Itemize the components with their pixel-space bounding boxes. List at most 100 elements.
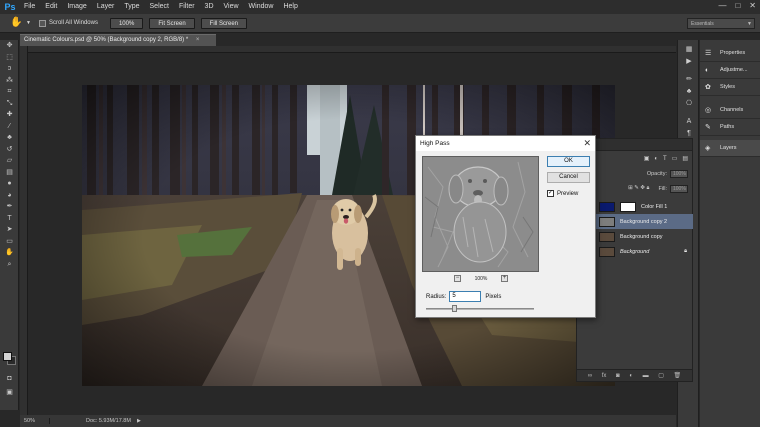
pen-tool-icon[interactable]: ✒ xyxy=(0,201,19,213)
menu-type[interactable]: Type xyxy=(119,0,144,14)
history-brush-tool-icon[interactable]: ↺ xyxy=(0,144,19,156)
clone-source-icon[interactable]: ♣ xyxy=(678,86,700,98)
dialog-title-bar[interactable]: High Pass ✕ xyxy=(416,136,595,151)
adjustments-icon: ◐ xyxy=(705,66,710,74)
new-group-icon[interactable]: ▬ xyxy=(643,373,649,379)
layer-row[interactable]: Background 🔒︎ xyxy=(594,244,693,259)
zoom-out-button[interactable]: − xyxy=(454,275,461,282)
properties-icon: ☰ xyxy=(705,50,712,57)
maximize-icon[interactable]: □ xyxy=(735,1,740,10)
menu-3d[interactable]: 3D xyxy=(200,0,219,14)
layer-row[interactable]: Color Fill 1 xyxy=(594,199,693,214)
actions-icon[interactable]: ▶ xyxy=(678,56,700,68)
brush-panel-icon[interactable]: ✏ xyxy=(678,74,700,86)
character-icon[interactable]: A xyxy=(678,116,700,128)
zoom-in-button[interactable]: + xyxy=(500,275,508,282)
quick-select-tool-icon[interactable]: ⁂ xyxy=(0,75,19,87)
delete-layer-icon[interactable]: 🗑︎ xyxy=(674,372,682,379)
status-menu-arrow-icon[interactable]: ▶ xyxy=(137,418,141,424)
panel-properties[interactable]: ☰ Properties xyxy=(700,45,760,62)
fill-field[interactable]: 100% xyxy=(670,184,688,193)
tool-presets-icon[interactable]: ⎔ xyxy=(678,98,700,110)
filter-smart-icon[interactable]: ▤ xyxy=(682,155,688,162)
document-tab[interactable]: Cinematic Colours.psd @ 50% (Background … xyxy=(20,34,216,46)
filter-shape-icon[interactable]: ▭ xyxy=(672,155,678,162)
menu-edit[interactable]: Edit xyxy=(40,0,62,14)
crop-tool-icon[interactable]: ⌗ xyxy=(0,86,19,98)
preview-checkbox[interactable]: ✓ xyxy=(547,190,554,197)
gradient-tool-icon[interactable]: ▤ xyxy=(0,167,19,179)
cancel-button[interactable]: Cancel xyxy=(547,172,590,183)
menu-view[interactable]: View xyxy=(219,0,244,14)
layer-style-icon[interactable]: fx xyxy=(602,373,607,379)
menu-help[interactable]: Help xyxy=(278,0,302,14)
layer-row[interactable]: Background copy xyxy=(594,229,693,244)
radius-slider-thumb[interactable] xyxy=(452,305,457,312)
workspace-select[interactable]: Essentials ▼ xyxy=(687,18,755,29)
chevron-down-icon[interactable]: ▼ xyxy=(26,20,31,26)
clone-stamp-tool-icon[interactable]: ♣ xyxy=(0,132,19,144)
minimize-icon[interactable]: — xyxy=(718,1,726,10)
zoom-tool-icon[interactable]: ⌕ xyxy=(0,259,19,271)
menu-image[interactable]: Image xyxy=(62,0,91,14)
history-icon[interactable]: ▦ xyxy=(678,44,700,56)
path-selection-tool-icon[interactable]: ➤ xyxy=(0,224,19,236)
ok-button[interactable]: OK xyxy=(547,156,590,167)
panel-layers[interactable]: ◈ Layers xyxy=(700,140,760,157)
marquee-tool-icon[interactable]: ⬚ xyxy=(0,52,19,64)
panel-adjustments[interactable]: ◐ Adjustme... xyxy=(700,62,760,79)
dodge-tool-icon[interactable]: ◕ xyxy=(0,190,19,202)
screen-mode-icon[interactable]: ▣ xyxy=(0,387,19,399)
close-tab-icon[interactable]: × xyxy=(196,37,200,43)
radius-input[interactable]: 5 xyxy=(449,291,482,302)
new-adjustment-icon[interactable]: ◐ xyxy=(629,373,633,379)
panel-label: Channels xyxy=(720,107,744,113)
panel-styles[interactable]: ✿ Styles xyxy=(700,79,760,96)
brush-tool-icon[interactable]: ⁄ xyxy=(0,121,19,133)
panel-paths[interactable]: ✎ Paths xyxy=(700,119,760,136)
shape-tool-icon[interactable]: ▭ xyxy=(0,236,19,248)
hand-tool-icon[interactable]: ✋ xyxy=(10,17,24,29)
type-tool-icon[interactable]: T xyxy=(0,213,19,225)
filter-type-icon[interactable]: T xyxy=(663,156,667,162)
link-layers-icon[interactable]: ∞ xyxy=(588,373,592,379)
menu-file[interactable]: File xyxy=(19,0,40,14)
blur-tool-icon[interactable]: ● xyxy=(0,178,19,190)
new-layer-icon[interactable]: ▢ xyxy=(658,372,664,379)
healing-brush-tool-icon[interactable]: ✚ xyxy=(0,109,19,121)
zoom-100-button[interactable]: 100% xyxy=(109,17,144,29)
fill-screen-button[interactable]: Fill Screen xyxy=(200,17,248,29)
filter-preview[interactable] xyxy=(422,156,539,272)
scroll-all-windows-checkbox[interactable] xyxy=(38,19,46,27)
zoom-level[interactable]: 50% xyxy=(20,418,50,424)
hand-tool-icon[interactable]: ✋ xyxy=(0,247,19,259)
opacity-field[interactable]: 100% xyxy=(670,169,688,178)
layer-name: Background xyxy=(620,248,650,255)
foreground-color-swatch[interactable] xyxy=(3,352,12,361)
panel-channels[interactable]: ◎ Channels xyxy=(700,102,760,119)
menu-layer[interactable]: Layer xyxy=(92,0,120,14)
move-tool-icon[interactable]: ✥ xyxy=(0,40,19,52)
menu-window[interactable]: Window xyxy=(244,0,279,14)
preview-toggle[interactable]: ✓ Preview xyxy=(547,190,578,197)
lasso-tool-icon[interactable]: ↄ xyxy=(0,63,19,75)
eraser-tool-icon[interactable]: ▱ xyxy=(0,155,19,167)
eyedropper-tool-icon[interactable]: ⤡ xyxy=(0,98,19,110)
menu-select[interactable]: Select xyxy=(145,0,174,14)
opacity-label: Opacity: xyxy=(646,170,667,177)
menu-filter[interactable]: Filter xyxy=(174,0,200,14)
filter-adjustment-icon[interactable]: ◐ xyxy=(654,156,658,162)
layer-row[interactable]: Background copy 2 xyxy=(594,214,693,229)
radius-slider-track[interactable] xyxy=(426,308,534,310)
quick-mask-icon[interactable]: ◘ xyxy=(0,373,19,385)
close-window-icon[interactable]: ✕ xyxy=(749,1,756,10)
close-icon[interactable]: ✕ xyxy=(583,136,591,150)
filter-pixel-icon[interactable]: ▣ xyxy=(644,155,650,162)
layer-name: Background copy 2 xyxy=(620,218,668,225)
add-mask-icon[interactable]: ◙ xyxy=(616,373,620,379)
layer-thumbnail xyxy=(599,216,615,227)
radius-row: Radius: 5 Pixels xyxy=(426,291,501,302)
fit-screen-button[interactable]: Fit Screen xyxy=(149,17,195,29)
lock-icons[interactable]: ⊞ ✎ ✥ 🔒︎ xyxy=(628,185,649,192)
document-size: Doc: 5.93M/17.8M xyxy=(86,418,131,424)
